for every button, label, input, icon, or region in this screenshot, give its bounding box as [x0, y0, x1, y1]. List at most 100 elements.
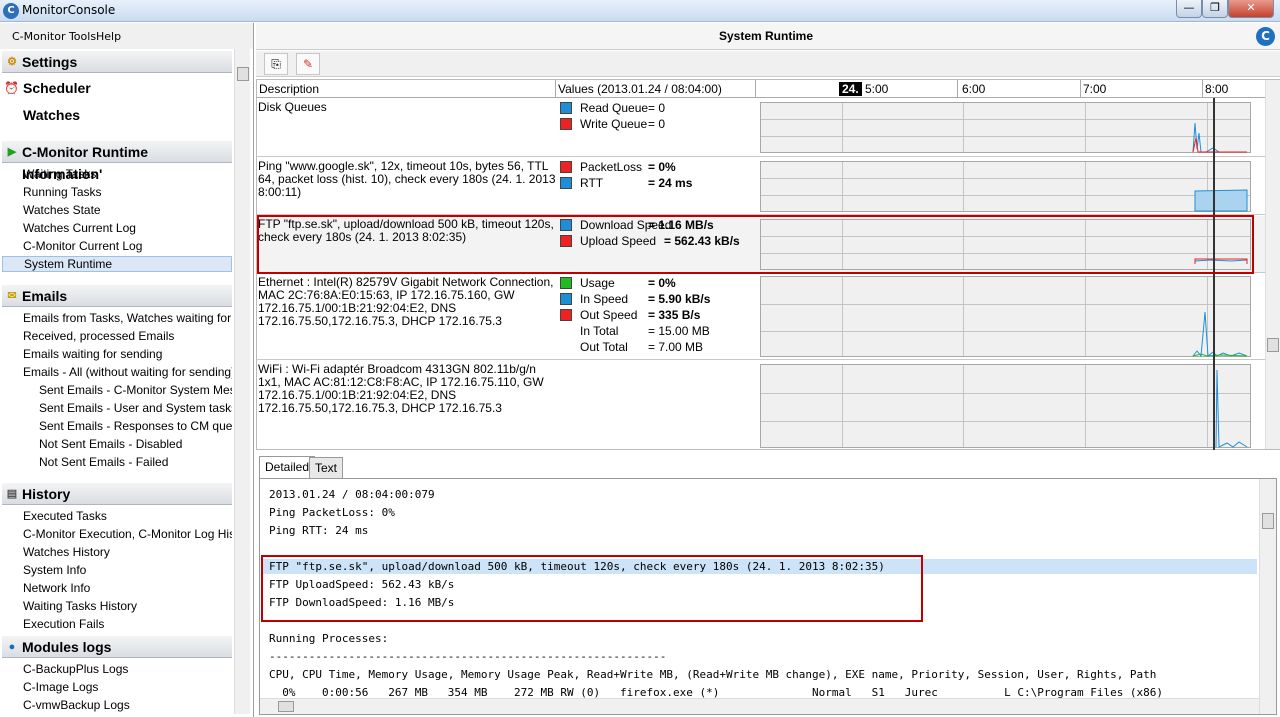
- col-description[interactable]: Description: [259, 82, 319, 96]
- sidebar-item-network-info[interactable]: Network Info: [23, 581, 232, 595]
- value-label: Read Queue: [580, 101, 649, 115]
- pin-icon[interactable]: ✎: [296, 53, 320, 75]
- table-row-ping[interactable]: Ping "www.google.sk", 12x, timeout 10s, …: [257, 158, 1265, 215]
- sidebar-scroll-thumb[interactable]: [237, 67, 249, 81]
- col-separator[interactable]: [755, 80, 756, 98]
- cmonitor-logo-icon: C: [1256, 27, 1275, 46]
- series-color-swatch: [560, 177, 572, 189]
- sidebar-item-sent-user-tasks[interactable]: Sent Emails - User and System tasks Res: [39, 401, 232, 415]
- sidebar-item-executed-tasks[interactable]: Executed Tasks: [23, 509, 232, 523]
- col-separator[interactable]: [555, 80, 556, 98]
- tab-text[interactable]: Text: [309, 457, 344, 478]
- sidebar-item-not-sent-failed[interactable]: Not Sent Emails - Failed: [39, 455, 232, 469]
- time-tick-line: [1080, 80, 1081, 98]
- time-tick-8: 8:00: [1205, 82, 1229, 96]
- ping-sparkline: [1194, 189, 1248, 212]
- sidebar-item-not-sent-disabled[interactable]: Not Sent Emails - Disabled: [39, 437, 232, 451]
- detail-line: ----------------------------------------…: [269, 650, 667, 663]
- detail-horizontal-scrollbar[interactable]: [260, 698, 1259, 714]
- col-values[interactable]: Values (2013.01.24 / 08:04:00): [558, 82, 722, 96]
- section-settings-label: Settings: [22, 54, 78, 70]
- sidebar-item-sent-responses[interactable]: Sent Emails - Responses to CM queries: [39, 419, 232, 433]
- main-pane: System Runtime C ⎘ ✎ Description Values …: [256, 23, 1280, 717]
- table-row-wifi[interactable]: WiFi : Wi-Fi adaptér Broadcom 4313GN 802…: [257, 361, 1265, 451]
- sidebar-item-watches[interactable]: Watches: [23, 107, 80, 123]
- sidebar-item-system-info[interactable]: System Info: [23, 563, 232, 577]
- sidebar-item-running-tasks[interactable]: Running Tasks: [23, 185, 232, 199]
- table-row-disk-queues[interactable]: Disk Queues Read Queue = 0 Write Queue =…: [257, 99, 1265, 157]
- section-runtime[interactable]: ▶ C-Monitor Runtime Information': [2, 141, 232, 182]
- minimize-button[interactable]: —: [1176, 0, 1202, 18]
- menu-tools[interactable]: C-Monitor Tools: [12, 30, 96, 43]
- sidebar-item-execution-fails[interactable]: Execution Fails: [23, 617, 232, 631]
- value-label: PacketLoss: [580, 160, 643, 174]
- sidebar-scrollbar[interactable]: [234, 49, 250, 714]
- value-number: = 0: [648, 117, 666, 131]
- sidebar-item-cmonitor-current-log[interactable]: C-Monitor Current Log: [23, 239, 232, 253]
- value-label: In Speed: [580, 292, 629, 306]
- page-title: System Runtime: [718, 29, 814, 43]
- sidebar-item-watches-state[interactable]: Watches State: [23, 203, 232, 217]
- value-number: = 0: [648, 101, 666, 115]
- section-history[interactable]: ▤ History: [2, 483, 232, 505]
- section-history-label: History: [22, 486, 71, 502]
- sidebar-item-cbackupplus-logs[interactable]: C-BackupPlus Logs: [23, 662, 232, 676]
- sidebar-item-waiting-tasks-history[interactable]: Waiting Tasks History: [23, 599, 232, 613]
- row-description: Disk Queues: [258, 100, 327, 114]
- sidebar-item-cimage-logs[interactable]: C-Image Logs: [23, 680, 232, 694]
- sidebar-item-received-emails[interactable]: Received, processed Emails: [23, 329, 232, 343]
- sidebar-item-system-runtime[interactable]: System Runtime: [2, 256, 232, 272]
- value-label: Write Queue: [580, 117, 648, 131]
- value-number: = 335 B/s: [648, 308, 701, 322]
- grid-scroll-thumb[interactable]: [1267, 338, 1279, 352]
- detail-hscroll-thumb[interactable]: [278, 701, 294, 712]
- series-color-swatch: [560, 118, 572, 130]
- play-icon: ▶: [7, 146, 17, 158]
- value-label: Out Total: [580, 340, 628, 354]
- app-icon: C: [3, 3, 19, 19]
- history-icon: ▤: [6, 488, 18, 500]
- table-row-ethernet[interactable]: Ethernet : Intel(R) 82579V Gigabit Netwo…: [257, 274, 1265, 360]
- wifi-sparkline: [1215, 369, 1248, 448]
- ftp-row-highlight-box: [257, 215, 1254, 274]
- sparkline-chart: [760, 102, 1251, 153]
- detail-scroll-thumb[interactable]: [1262, 513, 1274, 529]
- sidebar-item-sent-system[interactable]: Sent Emails - C-Monitor System Message: [39, 383, 232, 397]
- section-modules-logs[interactable]: ● Modules logs: [2, 636, 232, 658]
- main-header: System Runtime C: [256, 23, 1280, 50]
- section-emails-label: Emails: [22, 288, 68, 304]
- sparkline-chart: [760, 364, 1251, 448]
- time-tick-line: [957, 80, 958, 98]
- section-settings[interactable]: ⚙ Settings: [2, 51, 232, 73]
- sidebar-item-watches-current-log[interactable]: Watches Current Log: [23, 221, 232, 235]
- sidebar-item-emails-waiting[interactable]: Emails waiting for sending: [23, 347, 232, 361]
- copy-icon[interactable]: ⎘: [264, 53, 288, 75]
- envelope-icon: ✉: [7, 290, 17, 302]
- grid-scrollbar[interactable]: [1265, 80, 1280, 449]
- section-emails[interactable]: ✉ Emails: [2, 285, 232, 307]
- value-number: = 24 ms: [648, 176, 693, 190]
- maximize-button[interactable]: ❐: [1202, 0, 1228, 18]
- time-tick-7: 7:00: [1083, 82, 1107, 96]
- sidebar-item-watches-history[interactable]: Watches History: [23, 545, 232, 559]
- series-color-swatch: [560, 309, 572, 321]
- detail-vertical-scrollbar[interactable]: [1259, 479, 1276, 714]
- value-label: Out Speed: [580, 308, 638, 322]
- value-number: = 7.00 MB: [648, 340, 704, 354]
- time-tick-5: 5:00: [865, 82, 889, 96]
- sidebar-item-scheduler[interactable]: ⏰ Scheduler: [4, 80, 91, 96]
- sidebar-item-cvmwbackup-logs[interactable]: C-vmwBackup Logs: [23, 698, 232, 712]
- toolbar: ⎘ ✎: [256, 51, 1280, 77]
- tab-detailed[interactable]: Detailed: [259, 456, 316, 478]
- grid-header: Description Values (2013.01.24 / 08:04:0…: [257, 80, 1265, 98]
- sidebar-item-emails-all[interactable]: Emails - All (without waiting for sendin…: [23, 365, 232, 379]
- close-button[interactable]: ✕: [1228, 0, 1274, 18]
- sidebar-item-execution-history[interactable]: C-Monitor Execution, C-Monitor Log Histo…: [23, 527, 232, 541]
- sidebar-item-scheduler-label: Scheduler: [23, 80, 91, 96]
- sidebar-item-emails-from-tasks[interactable]: Emails from Tasks, Watches waiting for s…: [23, 311, 232, 325]
- menu-help[interactable]: Help: [96, 30, 121, 43]
- sidebar-item-waiting-tasks[interactable]: Waiting Tasks: [23, 167, 232, 181]
- value-label: Usage: [580, 276, 615, 290]
- time-cursor[interactable]: [1213, 98, 1215, 450]
- disk-queue-sparkline: [1192, 122, 1247, 153]
